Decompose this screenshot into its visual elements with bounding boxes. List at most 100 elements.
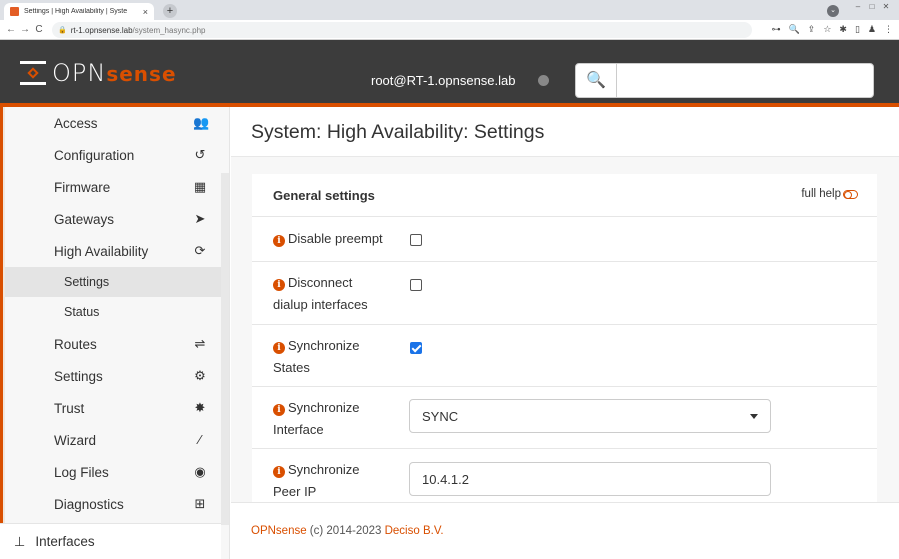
sidebar-item-label: Settings [54,368,103,384]
sidebar-scrollbar[interactable] [221,173,229,525]
caret-down-icon [750,414,758,419]
sidebar-item-label: Interfaces [35,534,95,549]
setting-row-synchronize-states: i Synchronize States [252,324,877,386]
back-icon[interactable]: ← [4,24,18,35]
forward-icon[interactable]: → [18,24,32,35]
signpost-icon: ⇌ [194,336,206,351]
setting-label: i Synchronize States [273,338,360,375]
sidebar-item-label: Log Files [54,464,109,480]
disable-preempt-checkbox[interactable] [410,234,422,246]
sidebar-item-wizard[interactable]: Wizard ⁄ [5,424,221,456]
sidebar-item-firmware[interactable]: Firmware ▦ [5,171,221,203]
sidebar-subitem-label: Settings [64,275,110,289]
search-icon[interactable]: 🔍 [575,63,617,98]
info-icon[interactable]: i [273,279,285,291]
sidebar-item-diagnostics[interactable]: Diagnostics ⊞ [5,488,221,520]
new-tab-button[interactable]: + [163,4,177,18]
sidebar-item-gateways[interactable]: Gateways ➤ [5,203,221,235]
profile-icon[interactable]: ♟ [868,24,876,35]
zoom-icon[interactable]: 🔍 [789,24,800,35]
setting-label: i Disconnect dialup interfaces [273,275,368,312]
app-header: OPNsense root@RT-1.opnsense.lab 🔍 [0,40,899,107]
sidebar-item-settings[interactable]: Settings ⚙ [5,360,221,392]
sidebar-item-label: Routes [54,336,97,352]
sidebar-item-interfaces[interactable]: ⊥ Interfaces [0,523,221,559]
full-help-toggle[interactable]: full help [801,188,858,200]
toggle-off-icon [843,189,858,199]
sidebar: Access 👥 Configuration ↺ Firmware ▦ Gate… [0,107,230,559]
opnsense-logo[interactable]: OPNsense [20,59,177,87]
browser-tabstrip: Settings | High Availability | Syste × +… [0,0,899,20]
info-icon[interactable]: i [273,342,285,354]
reload-icon[interactable]: C [32,24,46,35]
close-window-icon[interactable]: ✕ [879,2,893,11]
tab-search-icon[interactable]: ⌄ [827,5,839,17]
sidebar-item-label: High Availability [54,243,149,259]
browser-toolbar: ← → C 🔒 rt-1.opnsense.lab/system_hasync.… [0,20,899,40]
info-icon[interactable]: i [273,466,285,478]
setting-label: i Synchronize Peer IP [273,462,360,499]
sidebar-item-trust[interactable]: Trust ✸ [5,392,221,424]
extensions-icon[interactable]: ✱ [839,24,847,35]
synchronize-peer-ip-input[interactable]: 10.4.1.2 [409,462,771,496]
browser-tab[interactable]: Settings | High Availability | Syste × [4,3,154,20]
sidebar-item-label: Firmware [54,179,111,195]
setting-row-synchronize-peer-ip: i Synchronize Peer IP 10.4.1.2 [252,448,877,502]
menu-kebab-icon[interactable]: ⋮ [884,24,893,35]
sidebar-item-label: Diagnostics [54,496,124,512]
page-header: System: High Availability: Settings [231,107,899,157]
synchronize-states-checkbox[interactable] [410,342,422,354]
footer-brand-link[interactable]: OPNsense [251,525,307,537]
cogs-icon: ⚙ [194,368,206,383]
bookmark-star-icon[interactable]: ☆ [823,24,831,35]
disconnect-dialup-checkbox[interactable] [410,279,422,291]
info-icon[interactable]: i [273,235,285,247]
lock-icon: 🔒 [58,27,67,34]
sidebar-item-label: Configuration [54,147,135,163]
select-value: SYNC [422,408,459,424]
sidebar-subitem-label: Status [64,305,100,319]
footer-company-link[interactable]: Deciso B.V. [385,525,444,537]
sidebar-subitem-settings[interactable]: Settings [5,267,221,297]
tab-title: Settings | High Availability | Syste [24,8,128,15]
opnsense-favicon-icon [10,7,19,16]
setting-row-disconnect-dialup: i Disconnect dialup interfaces [252,261,877,324]
sidebar-item-high-availability[interactable]: High Availability ⟳ [5,235,221,267]
sidebar-item-label: Access [54,115,98,131]
url-bar[interactable]: 🔒 rt-1.opnsense.lab/system_hasync.php [52,22,752,38]
system-status-icon[interactable] [538,75,549,86]
sidebar-item-access[interactable]: Access 👥 [5,107,221,139]
window-controls: – □ ✕ [851,2,893,11]
info-icon[interactable]: i [273,404,285,416]
side-panel-icon[interactable]: ▯ [855,24,860,35]
minimize-icon[interactable]: – [851,2,865,11]
sidebar-subitem-status[interactable]: Status [5,297,221,327]
synchronize-interface-select[interactable]: SYNC [409,399,771,433]
full-help-label: full help [801,188,841,200]
tab-close-icon[interactable]: × [143,7,148,17]
maximize-icon[interactable]: □ [865,2,879,11]
sidebar-item-label: Trust [54,400,85,416]
logo-text: OPNsense [52,59,177,87]
search-input[interactable] [616,63,874,98]
share-icon[interactable]: ⇪ [808,24,816,35]
footer-copyright: (c) 2014-2023 [306,525,385,537]
sidebar-item-configuration[interactable]: Configuration ↺ [5,139,221,171]
sidebar-item-log-files[interactable]: Log Files ◉ [5,456,221,488]
general-settings-panel: General settings full help i Disable pree… [252,174,877,502]
sidebar-item-label: Gateways [54,211,115,227]
sidebar-item-routes[interactable]: Routes ⇌ [5,328,221,360]
building-icon: ▦ [193,179,207,194]
key-icon[interactable]: ⊶ [772,24,781,35]
history-icon: ↺ [194,147,206,162]
url-host: rt-1.opnsense.lab [70,25,133,35]
footer-text: OPNsense (c) 2014-2023 Deciso B.V. [251,525,444,537]
magic-icon: ⁄ [198,432,202,447]
certificate-icon: ✸ [194,400,206,415]
sitemap-icon: ⊥ [14,533,26,549]
sidebar-item-label: Wizard [54,432,97,448]
setting-label: i Disable preempt [273,228,398,250]
page-footer: OPNsense (c) 2014-2023 Deciso B.V. [231,502,899,559]
panel-header: General settings full help [252,174,877,216]
user-menu-link[interactable]: root@RT-1.opnsense.lab [371,73,516,88]
